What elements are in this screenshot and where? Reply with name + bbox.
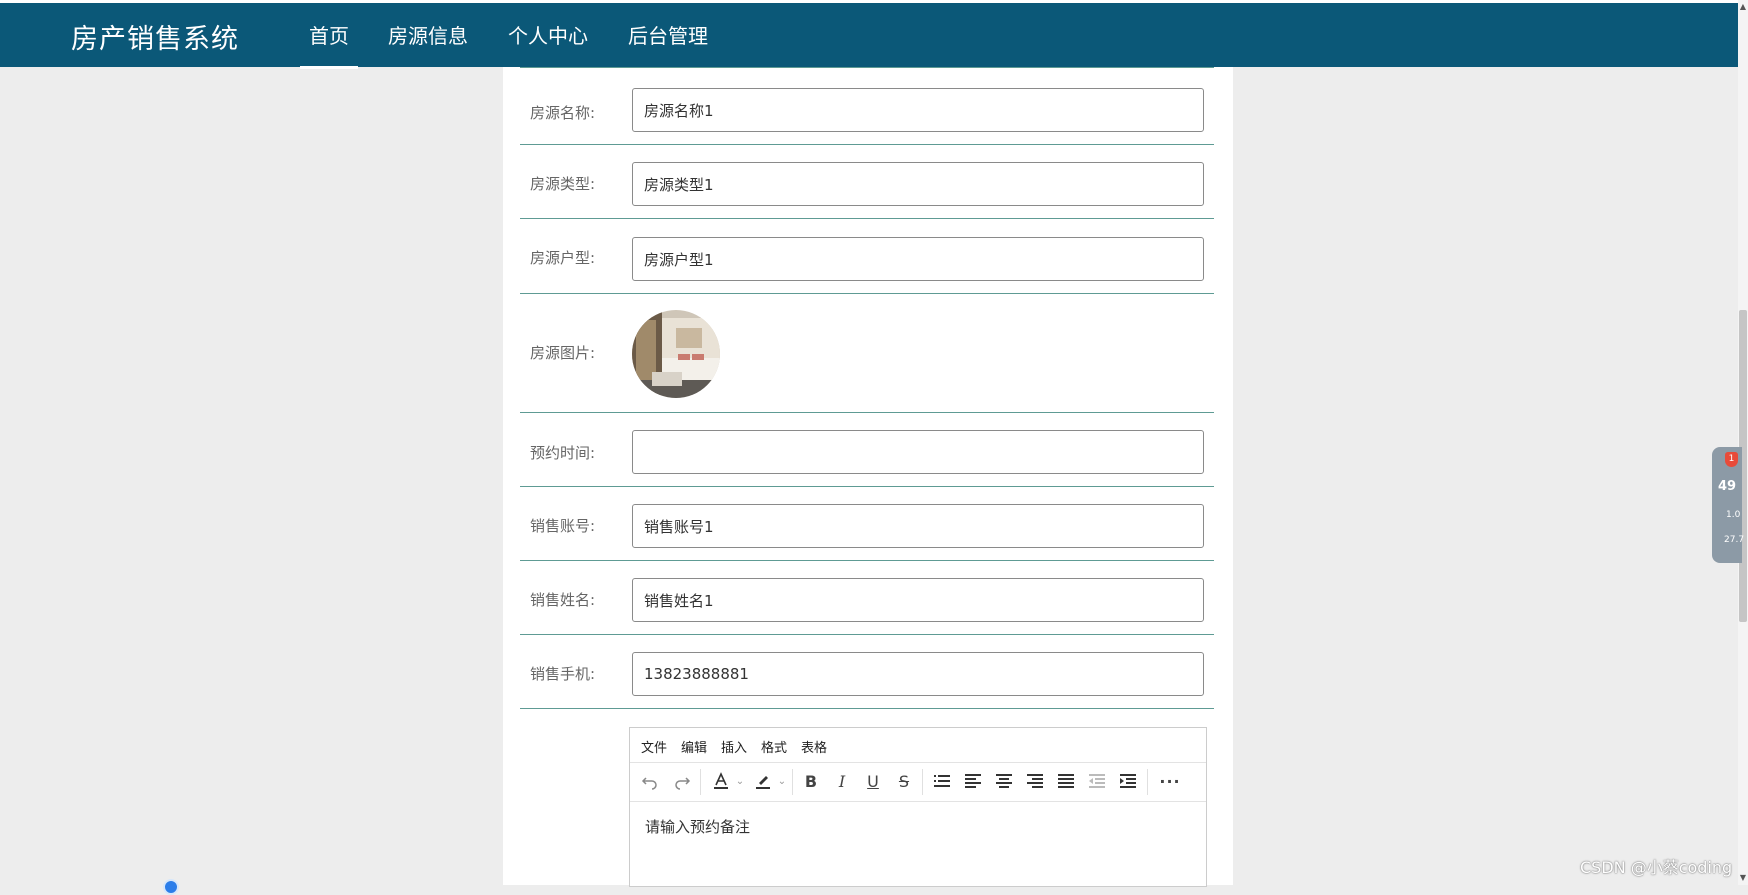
undo-icon[interactable]: [638, 768, 662, 794]
rich-text-editor: 文件 编辑 插入 格式 表格 ⌄ ⌄ B I U S ··· 请输入预约备注: [629, 727, 1207, 887]
field-label: 房源类型:: [530, 175, 596, 193]
align-left-icon[interactable]: [961, 768, 985, 794]
house-name-input[interactable]: [632, 88, 1204, 132]
nav-item-listings[interactable]: 房源信息: [388, 20, 468, 49]
chevron-down-icon[interactable]: ⌄: [734, 768, 746, 794]
redo-icon[interactable]: [670, 768, 694, 794]
top-navbar: 房产销售系统 首页 房源信息 个人中心 后台管理: [0, 3, 1738, 69]
form-row-time: 预约时间:: [520, 413, 1214, 487]
menu-file[interactable]: 文件: [641, 737, 667, 756]
form-row-phone: 销售手机:: [520, 635, 1214, 709]
editor-menubar: 文件 编辑 插入 格式 表格: [630, 728, 1206, 762]
sales-account-input[interactable]: [632, 504, 1204, 548]
more-icon[interactable]: ···: [1155, 768, 1185, 794]
toolbar-separator: [922, 769, 923, 795]
watermark: CSDN @小蔡coding: [1580, 858, 1733, 877]
floating-monitor-widget[interactable]: 1 49 1.0 27.7: [1712, 447, 1745, 563]
widget-value: 49: [1718, 479, 1737, 494]
house-layout-input[interactable]: [632, 237, 1204, 281]
widget-stat-2: 27.7: [1724, 535, 1745, 545]
bold-icon[interactable]: B: [800, 768, 822, 794]
floating-dot[interactable]: [163, 879, 179, 895]
house-image-thumbnail[interactable]: [632, 310, 720, 398]
align-justify-icon[interactable]: [1054, 768, 1078, 794]
toolbar-separator: [700, 769, 701, 795]
align-right-icon[interactable]: [1023, 768, 1047, 794]
nav-item-profile[interactable]: 个人中心: [508, 20, 588, 49]
field-label: 销售姓名:: [530, 591, 596, 609]
menu-insert[interactable]: 插入: [721, 737, 747, 756]
highlight-color-icon[interactable]: [752, 768, 774, 794]
outdent-icon[interactable]: [1085, 768, 1109, 794]
form-row-type: 房源类型:: [520, 145, 1214, 219]
sales-phone-input[interactable]: [632, 652, 1204, 696]
form-row-sales-name: 销售姓名:: [520, 561, 1214, 635]
field-label: 销售手机:: [530, 665, 596, 683]
appointment-time-input[interactable]: [632, 430, 1204, 474]
nav-item-home[interactable]: 首页: [309, 20, 349, 49]
editor-placeholder[interactable]: 请输入预约备注: [645, 816, 750, 837]
form-row-account: 销售账号:: [520, 487, 1214, 561]
menu-edit[interactable]: 编辑: [681, 737, 707, 756]
field-label: 房源户型:: [530, 249, 596, 267]
scroll-up-icon[interactable]: ▲: [1738, 2, 1748, 12]
italic-icon[interactable]: I: [831, 768, 853, 794]
field-label: 预约时间:: [530, 444, 596, 462]
align-center-icon[interactable]: [992, 768, 1016, 794]
house-type-input[interactable]: [632, 162, 1204, 206]
sales-name-input[interactable]: [632, 578, 1204, 622]
underline-icon[interactable]: U: [862, 768, 884, 794]
editor-toolbar: ⌄ ⌄ B I U S ···: [630, 762, 1206, 802]
strikethrough-icon[interactable]: S: [893, 768, 915, 794]
widget-stat-1: 1.0: [1726, 510, 1741, 520]
menu-format[interactable]: 格式: [761, 737, 787, 756]
field-label: 房源名称:: [530, 104, 596, 122]
form-row-image: 房源图片:: [520, 294, 1214, 413]
brand-title: 房产销售系统: [71, 24, 239, 55]
toolbar-separator: [792, 769, 793, 795]
form-row-layout: 房源户型:: [520, 219, 1214, 294]
list-icon[interactable]: [930, 768, 954, 794]
page-scrollbar[interactable]: ▲ ▼: [1738, 0, 1748, 885]
text-color-icon[interactable]: [710, 768, 732, 794]
scroll-down-icon[interactable]: ▼: [1738, 873, 1748, 883]
field-label: 销售账号:: [530, 517, 596, 535]
indent-icon[interactable]: [1116, 768, 1140, 794]
chevron-down-icon[interactable]: ⌄: [776, 768, 788, 794]
menu-table[interactable]: 表格: [801, 737, 827, 756]
form-row-name: 房源名称:: [520, 67, 1214, 145]
nav-active-indicator: [300, 66, 358, 69]
toolbar-separator: [1147, 769, 1148, 795]
field-label: 房源图片:: [530, 344, 596, 362]
widget-badge: 1: [1725, 452, 1738, 467]
nav-item-admin[interactable]: 后台管理: [628, 20, 708, 49]
